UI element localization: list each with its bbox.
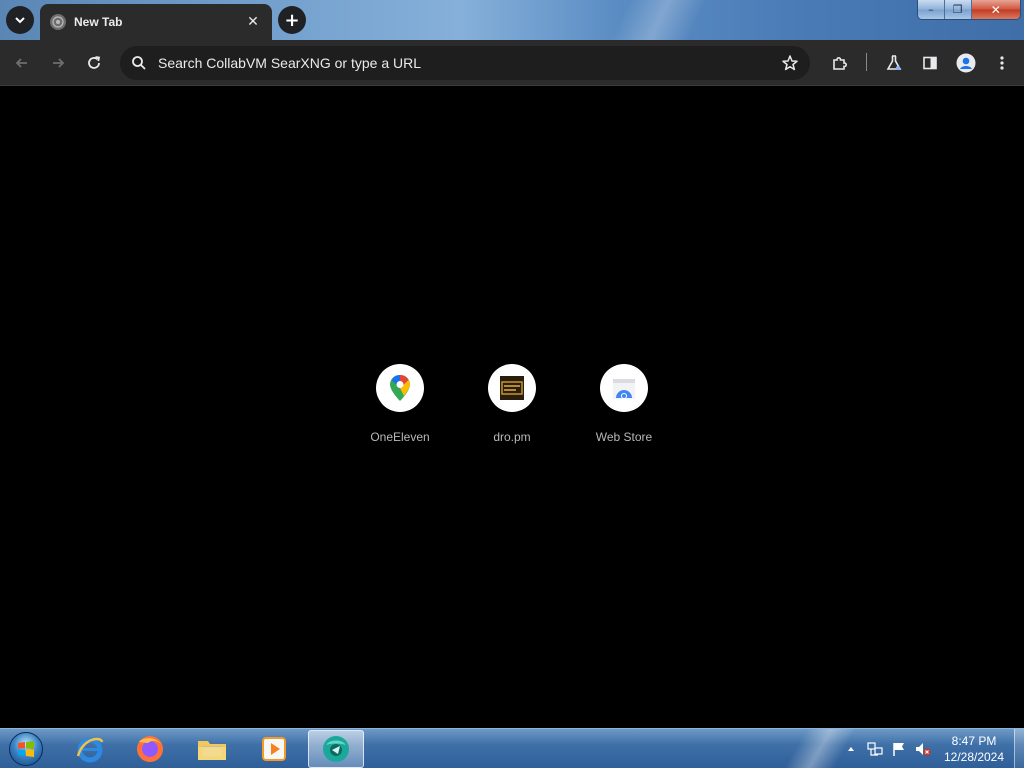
start-button[interactable] (6, 730, 46, 768)
extensions-button[interactable] (826, 49, 854, 77)
new-tab-page: OneEleven dro.pm Web Store (0, 87, 1024, 728)
globe-icon (50, 14, 66, 30)
taskbar-firefox[interactable] (122, 730, 178, 768)
shortcut-oneeleven[interactable]: OneEleven (344, 364, 456, 454)
arrow-right-icon (53, 58, 65, 68)
action-center-flag-icon[interactable] (888, 738, 910, 760)
minimize-button[interactable]: – (918, 0, 945, 19)
taskbar-clock[interactable]: 8:47 PM 12/28/2024 (936, 733, 1012, 765)
shortcut-dro-pm[interactable]: dro.pm (456, 364, 568, 454)
tab-close-icon[interactable]: ✕ (244, 13, 262, 31)
address-input[interactable] (158, 55, 776, 71)
dro-pm-icon (488, 364, 536, 412)
clock-date: 12/28/2024 (943, 750, 1005, 764)
folder-icon (198, 741, 226, 760)
shortcut-label: Web Store (595, 430, 653, 444)
reload-icon (88, 56, 101, 69)
network-icon[interactable] (864, 738, 886, 760)
tab-search-button[interactable] (6, 6, 34, 34)
system-tray (840, 729, 936, 768)
close-window-button[interactable]: ✕ (971, 0, 1020, 19)
web-store-icon (600, 364, 648, 412)
reload-button[interactable] (80, 49, 108, 77)
media-player-icon (262, 737, 286, 761)
maximize-button[interactable]: ❐ (944, 0, 972, 19)
toolbar-separator (866, 53, 867, 71)
labs-button[interactable] (880, 49, 908, 77)
browser-icon (323, 736, 349, 762)
more-vertical-icon (1000, 56, 1004, 70)
side-panel-button[interactable] (916, 49, 944, 77)
tab-new-tab[interactable]: New Tab ✕ (40, 4, 272, 40)
windows-logo-icon (9, 732, 43, 766)
volume-muted-icon[interactable] (912, 738, 934, 760)
clock-time: 8:47 PM (951, 734, 997, 748)
side-panel-icon (923, 56, 937, 70)
omnibox[interactable] (120, 46, 810, 80)
shortcut-web-store[interactable]: Web Store (568, 364, 680, 454)
taskbar-internet-explorer[interactable] (62, 730, 118, 768)
taskbar-media-player[interactable] (246, 730, 302, 768)
puzzle-icon (833, 57, 847, 70)
chevron-down-icon (15, 17, 25, 24)
search-icon (130, 54, 148, 72)
new-tab-button[interactable]: + (278, 6, 306, 34)
show-hidden-icons-icon[interactable] (840, 738, 862, 760)
ie-icon (76, 737, 104, 763)
flask-icon (886, 55, 902, 70)
shortcut-label: dro.pm (493, 430, 531, 444)
google-maps-icon (376, 364, 424, 412)
forward-button[interactable] (44, 49, 72, 77)
bookmark-star-icon[interactable] (776, 49, 804, 77)
menu-button[interactable] (988, 49, 1016, 77)
tab-title: New Tab (74, 15, 123, 29)
browser-titlebar: New Tab ✕ + – ❐ ✕ (0, 0, 1024, 40)
back-button[interactable] (8, 49, 36, 77)
avatar-icon (956, 53, 976, 73)
windows-taskbar: 8:47 PM 12/28/2024 (0, 728, 1024, 768)
show-desktop-button[interactable] (1014, 729, 1024, 768)
profile-button[interactable] (952, 49, 980, 77)
window-controls: – ❐ ✕ (917, 0, 1021, 20)
browser-toolbar (0, 40, 1024, 86)
taskbar-file-explorer[interactable] (184, 730, 240, 768)
firefox-icon (137, 736, 163, 762)
taskbar-browser[interactable] (308, 730, 364, 768)
arrow-left-icon (15, 58, 27, 68)
shortcut-label: OneEleven (370, 430, 430, 444)
